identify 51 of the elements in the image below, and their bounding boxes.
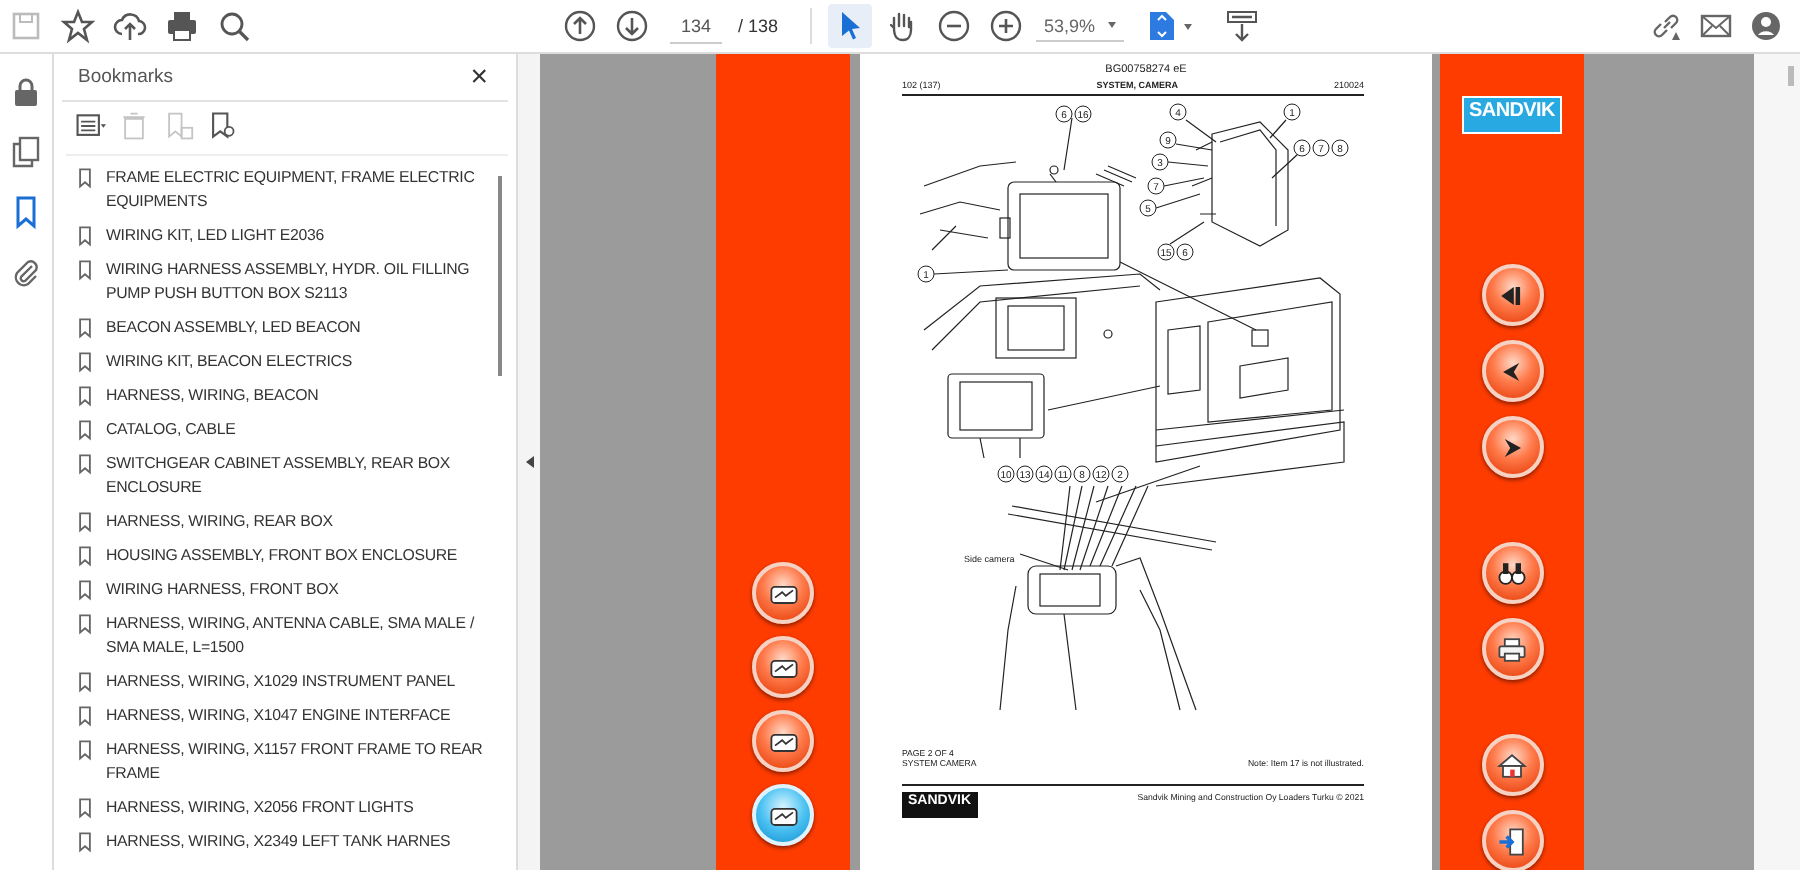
scroll-mode-icon — [1224, 8, 1261, 44]
pages-icon — [8, 134, 44, 170]
arrow-down-circle-icon — [614, 8, 650, 44]
bookmark-icon — [74, 703, 96, 727]
document-nav-button[interactable] — [752, 784, 814, 846]
bookmark-icon — [74, 165, 96, 189]
bookmark-icon — [74, 451, 96, 475]
bookmark-icon — [74, 349, 96, 373]
bookmark-icon — [74, 829, 96, 853]
scrollbar-thumb[interactable] — [1788, 66, 1794, 86]
account-icon — [1748, 8, 1784, 44]
bookmark-icon — [74, 315, 96, 339]
panel-title: Bookmarks — [78, 66, 174, 88]
exit-button[interactable] — [1481, 810, 1543, 870]
cloud-upload-icon — [112, 8, 148, 44]
printer-icon — [164, 8, 200, 44]
document-nav-button[interactable] — [752, 710, 814, 772]
bookmark-icon — [74, 611, 96, 635]
zoom-dropdown[interactable]: 53,9% — [1036, 10, 1125, 42]
search-button[interactable] — [1481, 542, 1543, 604]
star-icon — [60, 8, 96, 44]
star-button[interactable] — [56, 4, 100, 48]
home-button[interactable] — [1481, 734, 1543, 796]
bookmark-icon — [74, 383, 96, 407]
page-count: / 138 — [738, 16, 779, 36]
save-icon — [8, 8, 44, 44]
document-nav-button[interactable] — [752, 636, 814, 698]
zoom-out-icon — [936, 8, 973, 44]
company-logo: SANDVIK — [1461, 96, 1563, 134]
exit-door-icon — [1494, 823, 1530, 859]
bookmark-icon — [74, 509, 96, 533]
previous-page-button[interactable] — [1481, 340, 1543, 402]
search-icon — [216, 8, 252, 44]
bookmark-icon — [74, 223, 96, 247]
bookmark-icon — [74, 543, 96, 567]
bookmark-icon — [74, 417, 96, 441]
print-button[interactable] — [1481, 618, 1543, 680]
bookmark-icon — [74, 795, 96, 819]
select-tool-button[interactable] — [828, 4, 873, 48]
list-options-icon — [72, 110, 108, 142]
bookmark-icon — [74, 257, 96, 281]
scrollbar-thumb[interactable] — [498, 176, 502, 376]
zoom-in-icon — [988, 8, 1025, 44]
close-button[interactable]: × — [466, 62, 492, 92]
arrow-up-circle-icon — [562, 8, 598, 44]
bookmark-icon — [74, 577, 96, 601]
bookmark-icon — [74, 669, 96, 693]
first-page-button[interactable] — [1481, 264, 1543, 326]
next-page-button[interactable] — [1481, 416, 1543, 478]
bookmark-icon — [74, 737, 96, 761]
document-nav-button[interactable] — [752, 562, 814, 624]
